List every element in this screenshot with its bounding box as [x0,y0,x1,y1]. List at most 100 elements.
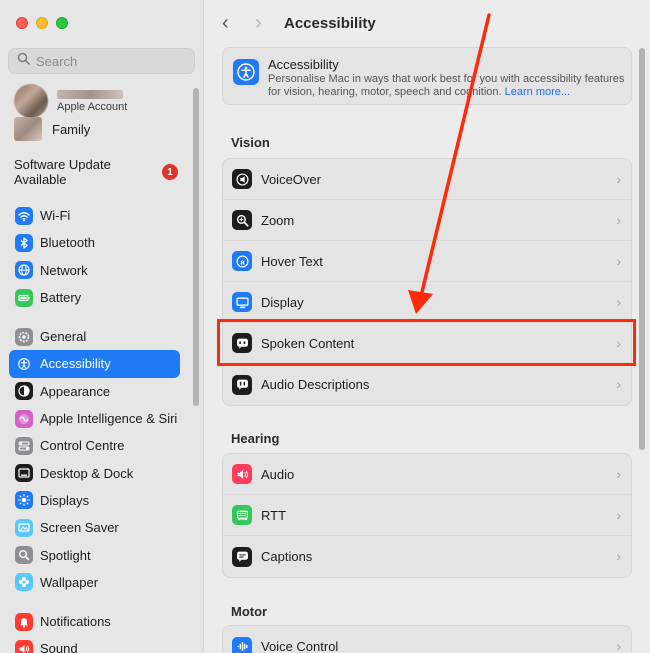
settings-window: Apple Account Family Software Update Ava… [0,0,650,653]
sidebar-item-label: Apple Intelligence & Siri [40,411,178,427]
avatar [14,84,48,118]
sidebar-item-accessibility[interactable]: Accessibility [9,350,180,378]
search-input[interactable] [36,53,186,69]
sidebar-item-desktop-dock[interactable]: Desktop & Dock [9,459,180,486]
sidebar-item-notifications[interactable]: Notifications [9,608,180,635]
settings-row-voiceover[interactable]: VoiceOver › [223,159,631,200]
family-avatar [14,117,42,141]
forward-chevron-icon[interactable]: › [255,12,262,35]
sidebar-group-network: Wi-Fi Bluetooth Network Battery [9,202,180,311]
close-window-button[interactable] [16,17,28,29]
zoom-window-button[interactable] [56,17,68,29]
sidebar-item-network[interactable]: Network [9,257,180,284]
screen-saver-icon [15,518,33,537]
hover-text-icon: a [232,251,252,271]
sidebar-group-system: General Accessibility Appearance Apple Inte… [9,323,180,596]
sidebar-item-label: Accessibility [40,356,111,372]
chevron-right-icon: › [616,638,621,653]
sidebar-item-displays[interactable]: Displays [9,487,180,514]
account-name-blurred [57,89,123,99]
chevron-right-icon: › [616,466,621,482]
settings-row-label: Voice Control [261,639,339,653]
chevron-right-icon: › [616,376,621,392]
settings-row-audio[interactable]: Audio › [223,454,631,495]
control-centre-icon [15,436,33,455]
chevron-right-icon: › [616,253,621,269]
sidebar-item-general[interactable]: General [9,323,180,350]
sidebar-item-sound[interactable]: Sound [9,635,180,653]
page-title: Accessibility [284,15,376,32]
sidebar-item-label: Bluetooth [40,235,95,251]
sidebar-item-wi-fi[interactable]: Wi-Fi [9,202,180,229]
chevron-right-icon: › [616,548,621,564]
software-update-line2: Available [14,172,67,187]
audio-descriptions-icon [232,374,252,395]
family-label: Family [52,121,91,137]
account-sub-label: Apple Account [57,100,128,113]
sidebar-item-battery[interactable]: Battery [9,284,180,311]
sidebar-item-screen-saver[interactable]: Screen Saver [9,514,180,541]
magnifier-icon [15,546,33,565]
annotation-highlight-box [217,319,636,366]
motor-group: Voice Control › [222,625,632,653]
settings-row-label: Audio Descriptions [261,377,370,392]
learn-more-link[interactable]: Learn more... [505,86,570,98]
sidebar-item-label: Wallpaper [40,574,99,590]
sidebar-scrollbar[interactable] [193,88,199,406]
sidebar-item-wallpaper[interactable]: Wallpaper [9,569,180,596]
family-item[interactable]: Family [14,117,90,141]
software-update-item[interactable]: Software Update Available 1 [14,157,194,187]
apple-account-item[interactable]: Apple Account [14,84,127,118]
speaker-icon [15,639,33,653]
sidebar-item-label: Screen Saver [40,520,119,536]
audio-icon [232,464,252,484]
search-icon [17,52,30,70]
settings-row-label: Display [261,294,304,310]
siri-icon [15,409,33,428]
sidebar-item-label: Control Centre [40,438,125,454]
minimize-window-button[interactable] [36,17,48,29]
section-label-vision: Vision [231,135,270,150]
sidebar-item-label: Notifications [40,614,111,630]
sidebar-item-bluetooth[interactable]: Bluetooth [9,229,180,256]
voice-control-icon [232,636,252,653]
sidebar: Apple Account Family Software Update Ava… [0,0,204,653]
chevron-right-icon: › [616,212,621,228]
display-icon [232,292,252,312]
window-controls [16,17,68,29]
sidebar-item-spotlight[interactable]: Spotlight [9,541,180,568]
back-chevron-icon[interactable]: ‹ [222,12,229,35]
settings-row-zoom[interactable]: Zoom › [223,200,631,241]
captions-icon [232,546,252,567]
settings-row-label: Audio [261,466,295,482]
update-badge: 1 [162,164,178,180]
chevron-right-icon: › [616,507,621,523]
sidebar-item-label: Spotlight [40,547,91,563]
sidebar-item-label: Network [40,262,88,278]
search-field[interactable] [8,48,195,74]
settings-row-captions[interactable]: Captions › [223,536,631,577]
main-scrollbar[interactable] [639,48,645,450]
settings-row-audio-descriptions[interactable]: Audio Descriptions › [223,364,631,405]
settings-row-voice-control[interactable]: Voice Control › [223,626,631,653]
svg-text:a: a [240,257,245,266]
toolbar: ‹ › Accessibility [205,0,650,46]
sidebar-item-control-centre[interactable]: Control Centre [9,432,180,459]
sidebar-item-label: Desktop & Dock [40,465,134,481]
hearing-group: Audio › RTT › Captions › [222,453,632,578]
settings-row-rtt[interactable]: RTT › [223,495,631,536]
section-label-hearing: Hearing [231,431,280,446]
settings-row-label: RTT [261,507,287,523]
sidebar-item-appearance[interactable]: Appearance [9,378,180,405]
chevron-right-icon: › [616,171,621,187]
wifi-icon [15,206,33,225]
rtt-icon [232,505,252,525]
voiceover-icon [232,169,252,189]
settings-row-hover-text[interactable]: a Hover Text › [223,241,631,282]
sidebar-item-label: Sound [40,641,78,653]
header-card-description-text: Personalise Mac in ways that work best f… [268,73,625,98]
sidebar-item-apple-intelligence-siri[interactable]: Apple Intelligence & Siri [9,405,180,432]
accessibility-icon [233,59,259,85]
battery-icon [15,288,33,307]
settings-row-display[interactable]: Display › [223,282,631,323]
